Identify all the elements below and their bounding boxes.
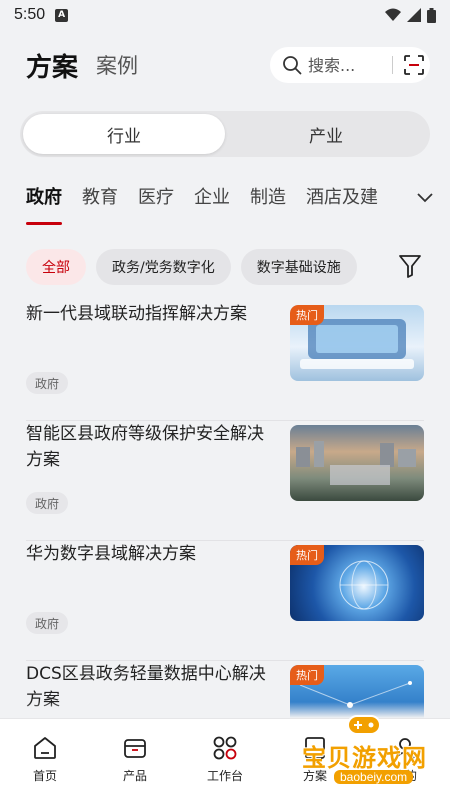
signal-icon — [407, 8, 421, 22]
category-tab[interactable]: 政府 — [26, 183, 62, 225]
item-thumbnail — [290, 425, 424, 501]
category-tab[interactable]: 教育 — [82, 183, 118, 213]
chip-digital-infrastructure[interactable]: 数字基础设施 — [240, 249, 357, 285]
list-item[interactable]: 新一代县域联动指挥解决方案 政府 热门 — [26, 301, 424, 421]
header: 方案 案例 — [0, 30, 450, 100]
item-tag: 政府 — [26, 612, 69, 634]
scan-icon[interactable] — [403, 54, 425, 76]
solution-icon — [305, 737, 325, 759]
list-item[interactable]: 智能区县政府等级保护安全解决方案 政府 — [26, 421, 424, 541]
nav-label: 工作台 — [206, 769, 243, 783]
search-input[interactable] — [308, 55, 388, 75]
filter-button[interactable] — [398, 253, 422, 283]
nav-label: 产品 — [122, 769, 147, 783]
filter-icon — [399, 255, 421, 278]
category-tab[interactable]: 制造 — [250, 183, 286, 213]
profile-icon — [395, 738, 415, 759]
scroll-fade — [0, 702, 450, 718]
search-divider — [392, 56, 393, 74]
status-bar: 5:50 A — [0, 0, 450, 30]
category-tab[interactable]: 酒店及建 — [306, 183, 378, 213]
sim-icon: A — [55, 8, 69, 22]
segment-control: 行业 产业 — [20, 111, 430, 157]
product-box-icon — [124, 739, 146, 758]
tab-cases[interactable]: 案例 — [96, 50, 138, 80]
status-time: 5:50 — [14, 6, 46, 23]
category-tabs: 政府 教育 医疗 企业 制造 酒店及建 — [0, 169, 450, 227]
chevron-down-icon — [417, 193, 433, 203]
nav-workbench[interactable]: 工作台 — [180, 719, 270, 800]
nav-label: 首页 — [32, 769, 57, 783]
category-expand-button[interactable] — [400, 169, 450, 227]
tab-solutions[interactable]: 方案 — [26, 47, 78, 84]
hot-badge: 热门 — [290, 545, 324, 565]
nav-products[interactable]: 产品 — [90, 719, 180, 800]
nav-mine[interactable]: 我的 — [360, 719, 450, 800]
nav-home[interactable]: 首页 — [0, 719, 90, 800]
status-icons — [385, 7, 436, 23]
bottom-nav: 首页 产品 工作台 方案 我的 — [0, 718, 450, 800]
item-tag: 政府 — [26, 492, 69, 514]
list-item[interactable]: 华为数字县域解决方案 政府 热门 — [26, 541, 424, 661]
city-photo-icon — [296, 441, 416, 485]
item-title: 新一代县域联动指挥解决方案 — [26, 304, 247, 324]
filter-chips: 全部 政务/党务数字化 数字基础设施 — [0, 239, 450, 295]
nav-label: 方案 — [302, 769, 327, 783]
hot-badge: 热门 — [290, 665, 324, 685]
search-icon — [283, 56, 302, 75]
segment-sector[interactable]: 产业 — [225, 114, 427, 154]
home-icon — [34, 737, 56, 759]
segment-industry[interactable]: 行业 — [23, 114, 225, 154]
search-box[interactable] — [270, 47, 430, 83]
chip-all[interactable]: 全部 — [26, 249, 86, 285]
item-title: 华为数字县域解决方案 — [26, 544, 196, 564]
item-tag: 政府 — [26, 372, 69, 394]
hot-badge: 热门 — [290, 305, 324, 325]
nav-solutions[interactable]: 方案 — [270, 719, 360, 800]
nav-label: 我的 — [392, 769, 417, 783]
item-title: 智能区县政府等级保护安全解决方案 — [26, 424, 264, 470]
chip-digital-government[interactable]: 政务/党务数字化 — [96, 249, 231, 285]
category-tab[interactable]: 医疗 — [138, 183, 174, 213]
wifi-icon — [385, 8, 401, 21]
item-thumbnail: 热门 — [290, 545, 424, 621]
workbench-grid-icon — [213, 736, 237, 760]
category-tab[interactable]: 企业 — [194, 183, 230, 213]
battery-icon — [427, 7, 436, 23]
item-thumbnail: 热门 — [290, 305, 424, 381]
